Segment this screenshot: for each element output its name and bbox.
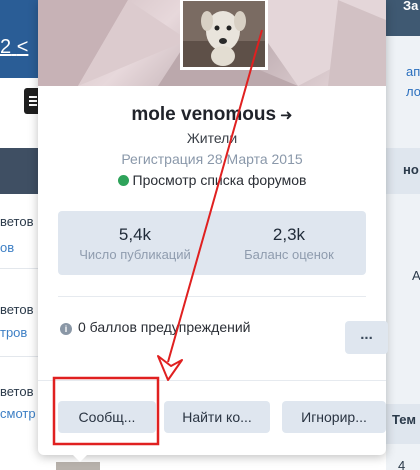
- topic-views-link[interactable]: смотр: [0, 406, 36, 421]
- sidebar-section-title: но: [403, 162, 419, 177]
- stat-posts: 5,4k Число публикаций: [58, 211, 212, 275]
- topic-replies-label: ветов: [0, 214, 34, 229]
- stat-reputation: 2,3k Баланс оценок: [212, 211, 366, 275]
- row-divider: [0, 356, 40, 357]
- pagination-page-number[interactable]: 2: [0, 36, 11, 58]
- topic-views-link[interactable]: тров: [0, 325, 27, 340]
- registration-date: Регистрация 28 Марта 2015: [121, 151, 303, 167]
- sidebar-section-title: Тем: [392, 412, 416, 427]
- profile-avatar[interactable]: [180, 0, 268, 70]
- section-divider: [38, 380, 386, 381]
- stat-value: 2,3k: [272, 225, 306, 244]
- warning-points-text: 0 баллов предупреждений: [78, 319, 251, 335]
- card-pointer: [72, 454, 88, 462]
- user-group: Жители: [186, 130, 238, 146]
- topic-replies-label: ветов: [0, 302, 34, 317]
- more-actions-button[interactable]: ...: [345, 321, 388, 354]
- profile-stats: 5,4k Число публикаций 2,3k Баланс оценок: [58, 211, 366, 275]
- stat-value: 5,4k: [118, 225, 152, 244]
- profile-username[interactable]: mole venomous ➜: [38, 104, 386, 126]
- info-icon: i: [60, 323, 72, 335]
- section-divider: [58, 296, 366, 297]
- online-status: Просмотр списка форумов: [38, 172, 386, 188]
- topic-replies-label: ветов: [0, 384, 34, 399]
- pagination-current-page[interactable]: 2 <: [0, 36, 28, 59]
- sidebar-header-title: За: [403, 0, 419, 13]
- dog-avatar-icon: [183, 1, 265, 67]
- online-dot-icon: [117, 175, 129, 186]
- message-button[interactable]: Сообщ...: [58, 401, 156, 433]
- sign-in-icon: ➜: [280, 107, 293, 124]
- poster-avatar[interactable]: [56, 462, 100, 470]
- ignore-button[interactable]: Игнорир...: [282, 401, 386, 433]
- status-text: Просмотр списка форумов: [132, 172, 307, 188]
- stat-label: Баланс оценок: [244, 247, 334, 262]
- row-divider: [0, 268, 40, 269]
- sidebar-text: A: [412, 268, 420, 283]
- username-text[interactable]: mole venomous: [131, 104, 276, 125]
- topic-views-link[interactable]: ов: [0, 240, 14, 255]
- stat-label: Число публикаций: [79, 247, 191, 262]
- pagination-prev-icon[interactable]: <: [17, 36, 29, 58]
- profile-hover-card: mole venomous ➜ Жители Регистрация 28 Мар…: [38, 0, 388, 455]
- sidebar-text: 4: [398, 458, 406, 470]
- sidebar-link[interactable]: ап: [406, 64, 420, 79]
- find-content-button[interactable]: Найти ко...: [164, 401, 270, 433]
- warning-points: i 0 баллов предупреждений: [60, 319, 250, 335]
- sidebar-link[interactable]: ло: [406, 84, 420, 99]
